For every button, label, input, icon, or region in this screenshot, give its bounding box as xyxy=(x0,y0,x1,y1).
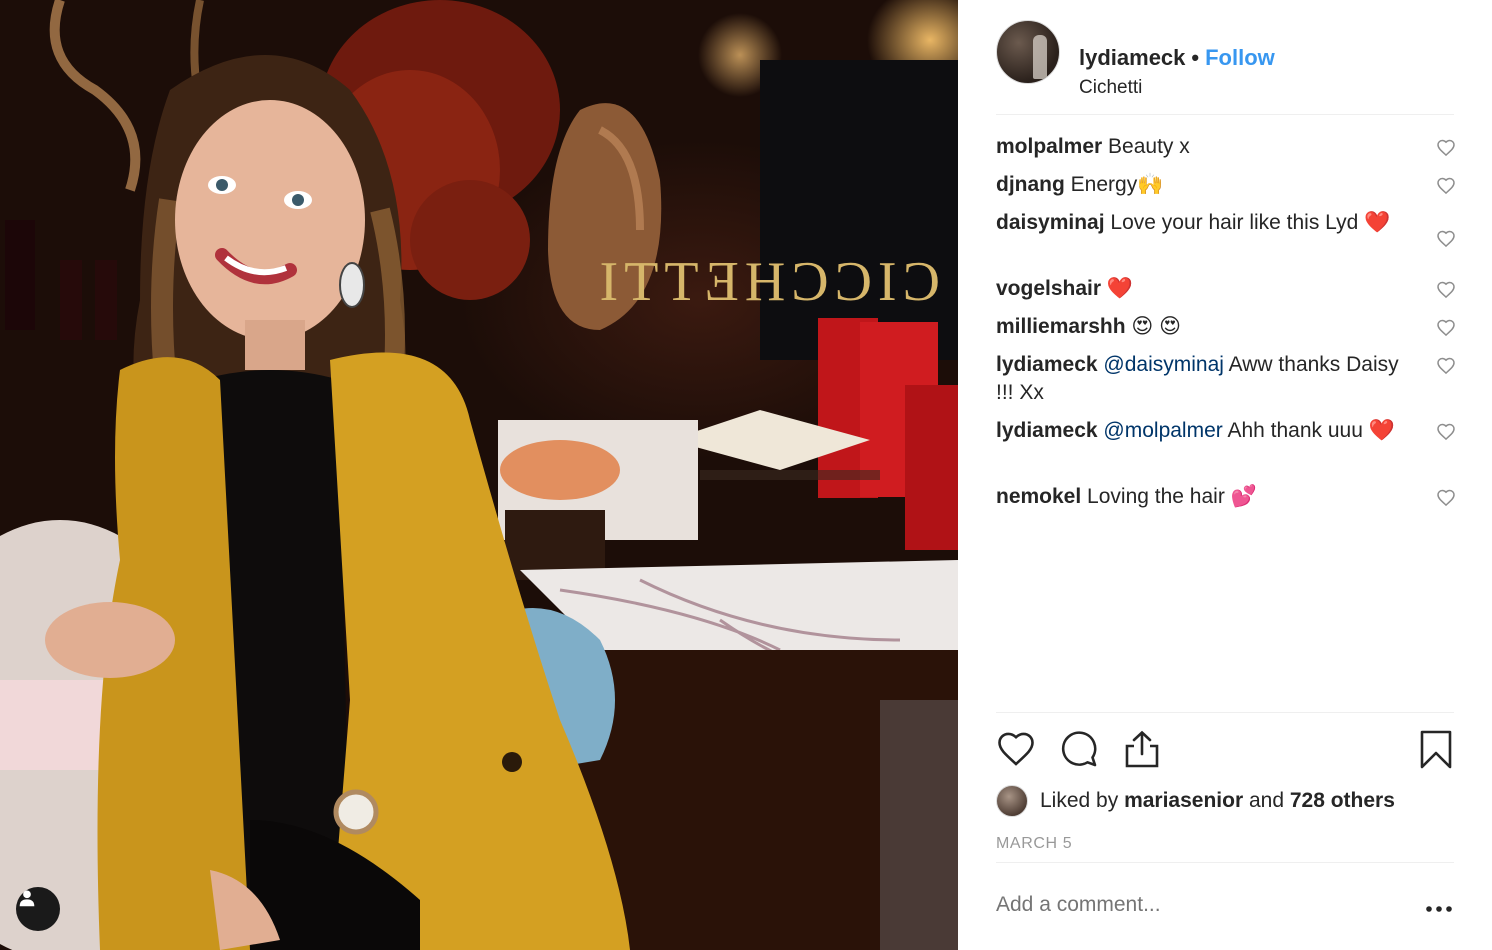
first-liker-username[interactable]: mariasenior xyxy=(1124,789,1243,812)
author-avatar[interactable] xyxy=(996,20,1060,84)
comment-item: daisyminaj Love your hair like this Lyd … xyxy=(996,209,1456,275)
comment-like-heart-icon[interactable] xyxy=(1436,488,1456,508)
comment-item: djnang Energy🙌 xyxy=(996,171,1456,209)
photo-illustration: CICCHETTI xyxy=(0,0,958,950)
heart-icon[interactable] xyxy=(996,729,1036,769)
author-username[interactable]: lydiameck xyxy=(1079,45,1185,70)
comment-item: milliemarshh 😍 😍 xyxy=(996,313,1456,351)
comment-like-heart-icon[interactable] xyxy=(1436,280,1456,300)
comment-username[interactable]: vogelshair xyxy=(996,277,1101,300)
bookmark-icon[interactable] xyxy=(1416,729,1456,769)
user-tag-icon xyxy=(19,890,35,907)
likes-text[interactable]: Liked by mariasenior and 728 others xyxy=(1040,789,1395,813)
comment-username[interactable]: nemokel xyxy=(996,485,1081,508)
more-options-icon[interactable] xyxy=(1424,899,1454,919)
comment-text: Love your hair like this Lyd ❤️ xyxy=(1110,211,1391,234)
comment-like-heart-icon[interactable] xyxy=(1436,356,1456,376)
comment-item: lydiameck @daisyminaj Aww thanks Daisy !… xyxy=(996,351,1456,417)
separator-dot: • xyxy=(1191,45,1200,70)
comment-text: Beauty x xyxy=(1108,135,1190,158)
comment-text: Loving the hair 💕 xyxy=(1087,485,1257,508)
comment-item: vogelshair ❤️ xyxy=(996,275,1456,313)
comment-like-heart-icon[interactable] xyxy=(1436,138,1456,158)
liker-avatar[interactable] xyxy=(996,785,1028,817)
comment-like-heart-icon[interactable] xyxy=(1436,318,1456,338)
comment-like-heart-icon[interactable] xyxy=(1436,229,1456,249)
comment-username[interactable]: djnang xyxy=(996,173,1065,196)
likes-others-count[interactable]: 728 others xyxy=(1290,789,1395,812)
comment-text: ❤️ xyxy=(1106,277,1134,300)
comment-item: lydiameck @molpalmer Ahh thank uuu ❤️ xyxy=(996,417,1456,483)
comment-text: Ahh thank uuu ❤️ xyxy=(1227,419,1395,442)
comment-username[interactable]: lydiameck xyxy=(996,419,1098,442)
post-header: lydiameck • Follow Cichetti xyxy=(996,20,1454,115)
comment-mention[interactable]: @daisyminaj xyxy=(1103,353,1224,376)
add-comment-bar xyxy=(996,862,1454,950)
comment-username[interactable]: milliemarshh xyxy=(996,315,1126,338)
follow-button[interactable]: Follow xyxy=(1205,45,1275,70)
comment-like-heart-icon[interactable] xyxy=(1436,422,1456,442)
post-actions: Liked by mariasenior and 728 others MARC… xyxy=(996,712,1454,862)
tagged-users-button[interactable] xyxy=(16,887,60,931)
comment-bubble-icon[interactable] xyxy=(1059,729,1099,769)
add-comment-input[interactable] xyxy=(996,893,1396,917)
comment-text: 😍 😍 xyxy=(1131,315,1182,338)
likes-prefix: Liked by xyxy=(1040,789,1119,812)
comment-mention[interactable]: @molpalmer xyxy=(1103,419,1222,442)
post-details-panel: lydiameck • Follow Cichetti molpalmer Beau… xyxy=(958,0,1492,950)
comment-item: molpalmer Beauty x xyxy=(996,133,1456,171)
comment-like-heart-icon[interactable] xyxy=(1436,176,1456,196)
likes-summary: Liked by mariasenior and 728 others xyxy=(996,785,1395,817)
comment-username[interactable]: molpalmer xyxy=(996,135,1102,158)
comment-text: Energy🙌 xyxy=(1070,173,1164,196)
post-date[interactable]: MARCH 5 xyxy=(996,835,1072,853)
likes-joiner: and xyxy=(1248,789,1285,812)
comment-username[interactable]: daisyminaj xyxy=(996,211,1105,234)
author-row: lydiameck • Follow xyxy=(1079,44,1275,72)
comment-item: nemokel Loving the hair 💕 xyxy=(996,483,1456,521)
comment-username[interactable]: lydiameck xyxy=(996,353,1098,376)
location-link[interactable]: Cichetti xyxy=(1079,76,1142,100)
svg-text:CICCHETTI: CICCHETTI xyxy=(594,251,940,313)
comments-list: molpalmer Beauty x djnang Energy🙌 daisym… xyxy=(996,133,1456,521)
share-icon[interactable] xyxy=(1122,729,1162,769)
post-photo[interactable]: CICCHETTI xyxy=(0,0,958,950)
